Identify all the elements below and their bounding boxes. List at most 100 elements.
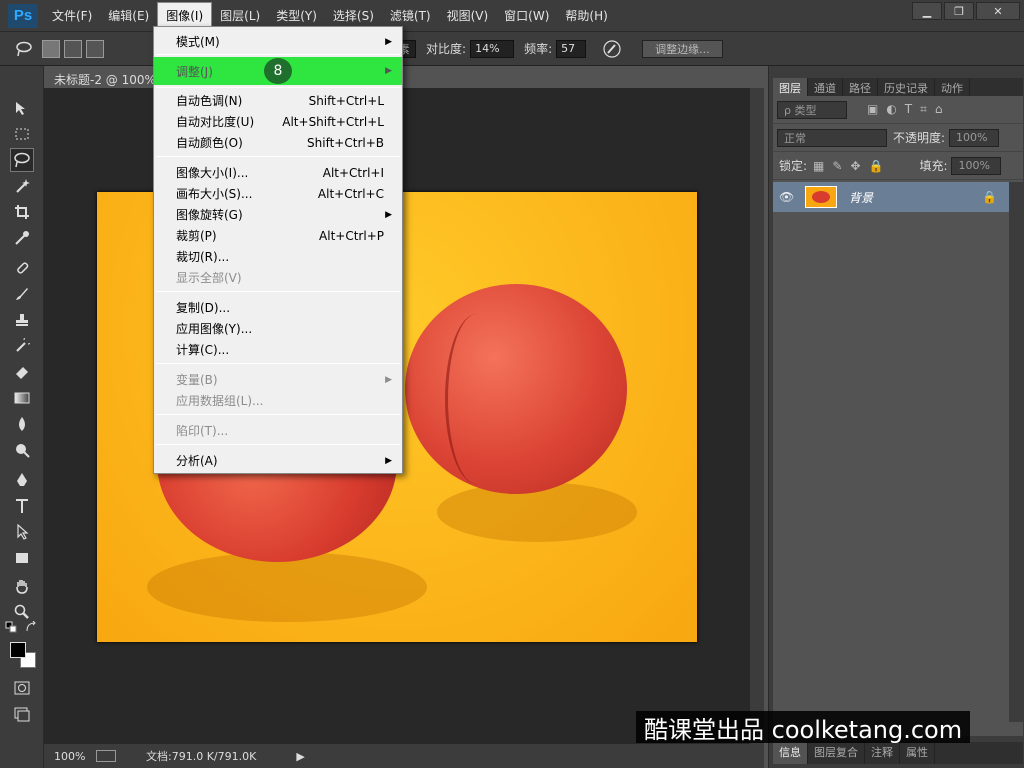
healing-brush-tool-icon[interactable] xyxy=(10,256,34,280)
bottom-panel-tabs: 信息 图层复合 注释 属性 xyxy=(773,742,1023,764)
contrast-field[interactable]: 14% xyxy=(470,39,515,58)
zoom-level[interactable]: 100% xyxy=(44,750,92,763)
menu-item-apply-image[interactable]: 应用图像(Y)... xyxy=(154,318,402,339)
restore-button[interactable]: ❐ xyxy=(944,2,974,20)
tab-layer-comps[interactable]: 图层复合 xyxy=(808,742,865,764)
marquee-tool-icon[interactable] xyxy=(10,122,34,146)
rectangle-tool-icon[interactable] xyxy=(10,546,34,570)
menu-item-image-size[interactable]: 图像大小(I)... Alt+Ctrl+I xyxy=(154,162,402,183)
menu-item-trap: 陷印(T)... xyxy=(154,420,402,441)
tab-history[interactable]: 历史记录 xyxy=(878,78,935,96)
minimize-button[interactable]: ▁ xyxy=(912,2,942,20)
pen-tool-icon[interactable] xyxy=(10,468,34,492)
tab-channels[interactable]: 通道 xyxy=(808,78,843,96)
subtract-selection-mode-icon[interactable] xyxy=(86,39,104,58)
fill-field[interactable]: 100% xyxy=(951,156,1002,175)
menu-item-shortcut: Alt+Ctrl+P xyxy=(319,228,384,243)
pen-pressure-icon[interactable] xyxy=(598,37,626,61)
menu-item-label: 调整(J) xyxy=(176,64,213,79)
layers-scrollbar[interactable] xyxy=(1009,182,1023,722)
filter-kind-select[interactable]: ρ 类型 xyxy=(777,100,847,119)
type-tool-icon[interactable] xyxy=(10,494,34,518)
path-selection-tool-icon[interactable] xyxy=(10,520,34,544)
blur-tool-icon[interactable] xyxy=(10,412,34,436)
submenu-arrow-icon: ▶ xyxy=(385,374,392,385)
gradient-tool-icon[interactable] xyxy=(10,386,34,410)
menu-item-image-rotation[interactable]: 图像旋转(G) ▶ xyxy=(154,204,402,225)
menu-edit[interactable]: 编辑(E) xyxy=(100,3,157,28)
magic-wand-tool-icon[interactable] xyxy=(10,174,34,198)
menu-filter[interactable]: 滤镜(T) xyxy=(382,3,439,28)
lock-icons[interactable]: ▦✎✥🔒 xyxy=(813,159,891,173)
tab-notes[interactable]: 注释 xyxy=(865,742,900,764)
tab-info[interactable]: 信息 xyxy=(773,742,808,764)
crop-tool-icon[interactable] xyxy=(10,200,34,224)
tab-paths[interactable]: 路径 xyxy=(843,78,878,96)
menu-item-trim[interactable]: 裁切(R)... xyxy=(154,246,402,267)
peach-shadow-left xyxy=(147,552,427,622)
menu-separator xyxy=(156,291,400,292)
opacity-field[interactable]: 100% xyxy=(949,128,1000,147)
eyedropper-tool-icon[interactable] xyxy=(10,226,34,250)
move-tool-icon[interactable] xyxy=(10,96,34,120)
tab-properties[interactable]: 属性 xyxy=(900,742,935,764)
menu-item-label: 模式(M) xyxy=(176,35,220,49)
menu-window[interactable]: 窗口(W) xyxy=(496,3,557,28)
magnetic-lasso-tool-icon[interactable] xyxy=(10,37,38,61)
new-selection-mode-icon[interactable] xyxy=(42,39,60,58)
dodge-tool-icon[interactable] xyxy=(10,438,34,462)
tab-layers[interactable]: 图层 xyxy=(773,78,808,96)
close-button[interactable]: ✕ xyxy=(976,2,1020,20)
menu-item-label: 应用图像(Y)... xyxy=(176,322,253,336)
menu-type[interactable]: 类型(Y) xyxy=(268,3,325,28)
blend-mode-select[interactable]: 正常 xyxy=(777,128,887,147)
menu-image[interactable]: 图像(I) xyxy=(157,2,213,29)
menu-select[interactable]: 选择(S) xyxy=(325,3,382,28)
vertical-scrollbar[interactable] xyxy=(750,88,764,744)
menu-item-auto-tone[interactable]: 自动色调(N) Shift+Ctrl+L xyxy=(154,90,402,111)
tab-actions[interactable]: 动作 xyxy=(935,78,970,96)
menu-item-mode[interactable]: 模式(M) ▶ xyxy=(154,31,402,52)
quick-mask-icon[interactable] xyxy=(10,676,34,700)
menu-item-canvas-size[interactable]: 画布大小(S)... Alt+Ctrl+C xyxy=(154,183,402,204)
tools-panel xyxy=(0,66,44,768)
visibility-eye-icon[interactable]: 👁 xyxy=(779,190,799,204)
menu-item-crop[interactable]: 裁剪(P) Alt+Ctrl+P xyxy=(154,225,402,246)
history-brush-tool-icon[interactable] xyxy=(10,334,34,358)
menu-item-duplicate[interactable]: 复制(D)... xyxy=(154,297,402,318)
layer-row-background[interactable]: 👁 背景 🔒 xyxy=(773,182,1009,212)
foreground-color-swatch[interactable] xyxy=(10,642,26,658)
swap-colors-icon[interactable] xyxy=(24,620,38,634)
hand-tool-icon[interactable] xyxy=(10,574,34,598)
lock-label: 锁定: xyxy=(779,159,808,173)
lasso-tool-icon[interactable] xyxy=(10,148,34,172)
submenu-arrow-icon: ▶ xyxy=(385,209,392,220)
menu-item-shortcut: Alt+Shift+Ctrl+L xyxy=(282,114,384,129)
menu-file[interactable]: 文件(F) xyxy=(44,3,100,28)
right-panel: 图层 通道 路径 历史记录 动作 ρ 类型 ▣◐T⌗⌂ 正常 不透明度: 100… xyxy=(768,66,1024,768)
filter-icons[interactable]: ▣◐T⌗⌂ xyxy=(867,102,951,117)
menu-item-label: 裁切(R)... xyxy=(176,250,230,264)
menu-item-calculations[interactable]: 计算(C)... xyxy=(154,339,402,360)
clone-stamp-tool-icon[interactable] xyxy=(10,308,34,332)
screen-mode-icon[interactable] xyxy=(10,702,34,726)
status-info-icon[interactable] xyxy=(96,750,116,762)
menu-item-auto-contrast[interactable]: 自动对比度(U) Alt+Shift+Ctrl+L xyxy=(154,111,402,132)
eraser-tool-icon[interactable] xyxy=(10,360,34,384)
frequency-field[interactable]: 57 xyxy=(556,39,587,58)
menu-item-analysis[interactable]: 分析(A) ▶ xyxy=(154,450,402,471)
menu-item-auto-color[interactable]: 自动颜色(O) Shift+Ctrl+B xyxy=(154,132,402,153)
contrast-label: 对比度: xyxy=(426,42,467,56)
menu-layer[interactable]: 图层(L) xyxy=(212,3,268,28)
add-selection-mode-icon[interactable] xyxy=(64,39,82,58)
document-tab[interactable]: 未标题-2 @ 100% xyxy=(46,68,156,88)
menu-help[interactable]: 帮助(H) xyxy=(557,3,615,28)
menu-item-shortcut: Shift+Ctrl+B xyxy=(307,135,384,150)
menu-view[interactable]: 视图(V) xyxy=(439,3,497,28)
default-colors-icon[interactable] xyxy=(4,620,18,634)
status-menu-arrow-icon[interactable]: ▶ xyxy=(296,750,304,763)
layer-thumbnail xyxy=(805,186,837,208)
brush-tool-icon[interactable] xyxy=(10,282,34,306)
menu-item-adjustments[interactable]: 调整(J) 8 ▶ xyxy=(154,57,402,85)
refine-edge-button[interactable]: 调整边缘... xyxy=(642,39,723,58)
